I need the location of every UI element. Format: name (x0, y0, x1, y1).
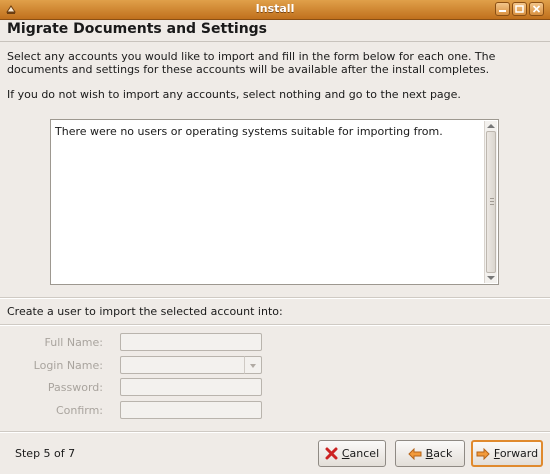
page-title: Migrate Documents and Settings (7, 21, 268, 37)
close-button[interactable] (529, 2, 544, 16)
forward-arrow-icon (476, 447, 490, 460)
minimize-icon (499, 10, 506, 12)
password-field[interactable] (120, 378, 262, 396)
accounts-list[interactable]: There were no users or operating systems… (50, 119, 499, 285)
step-indicator: Step 5 of 7 (15, 447, 76, 460)
forward-button-label: Forward (493, 447, 539, 460)
back-button[interactable]: Back (395, 440, 465, 467)
skip-instructions: If you do not wish to import any account… (7, 88, 461, 101)
window-title: Install (255, 2, 295, 15)
vertical-scrollbar[interactable] (484, 121, 497, 283)
cancel-button-label: Cancel (341, 447, 380, 460)
confirm-password-field[interactable] (120, 401, 262, 419)
maximize-icon (515, 5, 524, 13)
password-label: Password: (47, 381, 103, 394)
instructions: Select any accounts you would like to im… (7, 50, 537, 76)
minimize-button[interactable] (495, 2, 510, 16)
forward-button[interactable]: Forward (471, 440, 543, 467)
cancel-icon (325, 447, 338, 460)
instructions-line-1: Select any accounts you would like to im… (7, 50, 496, 63)
separator (0, 324, 550, 326)
close-icon (532, 5, 541, 13)
login-name-label: Login Name: (33, 359, 103, 372)
installer-window: Install Migrate Documents and Settings S… (0, 0, 550, 474)
full-name-field[interactable] (120, 333, 262, 351)
scroll-up-icon[interactable] (487, 124, 495, 128)
scroll-down-icon[interactable] (487, 276, 495, 280)
instructions-line-2: documents and settings for these account… (7, 63, 490, 76)
separator (0, 431, 550, 433)
maximize-button[interactable] (512, 2, 527, 16)
confirm-label: Confirm: (55, 404, 103, 417)
scroll-thumb[interactable] (486, 131, 496, 273)
chevron-down-icon (250, 364, 256, 368)
separator (0, 297, 550, 299)
accounts-empty-message: There were no users or operating systems… (55, 125, 443, 138)
login-name-dropdown-button[interactable] (244, 356, 262, 374)
cancel-button[interactable]: Cancel (318, 440, 386, 467)
back-arrow-icon (407, 447, 422, 460)
back-button-label: Back (425, 447, 453, 460)
form-heading: Create a user to import the selected acc… (7, 305, 283, 318)
page-header: Migrate Documents and Settings (0, 19, 550, 42)
login-name-combo[interactable] (120, 356, 245, 374)
title-bar[interactable]: Install (0, 0, 550, 20)
full-name-label: Full Name: (44, 336, 103, 349)
